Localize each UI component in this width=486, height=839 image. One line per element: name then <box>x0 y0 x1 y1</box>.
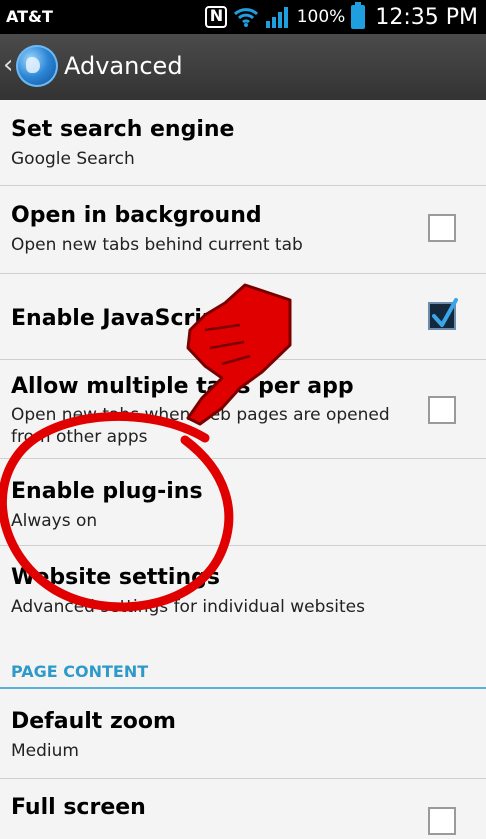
settings-list: Set search engine Google Search Open in … <box>0 100 486 839</box>
nfc-icon <box>204 6 227 28</box>
status-icons: 100% 12:35 PM <box>204 2 478 31</box>
checkmark-icon <box>432 298 458 327</box>
browser-globe-icon[interactable] <box>16 45 58 87</box>
setting-title: Allow multiple tabs per app <box>11 374 354 399</box>
section-header-page-content: PAGE CONTENT <box>0 617 486 689</box>
action-bar[interactable]: ‹ Advanced <box>0 34 486 100</box>
setting-enable-javascript[interactable]: Enable JavaScript <box>0 274 486 360</box>
setting-title: Website settings <box>11 565 220 590</box>
setting-summary: Google Search <box>11 149 135 169</box>
setting-enable-plugins[interactable]: Enable plug-ins Always on <box>0 459 486 546</box>
multiple-tabs-checkbox[interactable] <box>428 396 456 424</box>
full-screen-checkbox[interactable] <box>428 807 456 835</box>
open-in-background-checkbox[interactable] <box>428 214 456 242</box>
setting-full-screen[interactable]: Full screen <box>0 779 486 839</box>
setting-open-in-background[interactable]: Open in background Open new tabs behind … <box>0 186 486 274</box>
setting-summary: Advanced settings for individual website… <box>11 597 365 617</box>
setting-title: Open in background <box>11 203 262 228</box>
setting-search-engine[interactable]: Set search engine Google Search <box>0 100 486 186</box>
enable-javascript-checkbox[interactable] <box>428 298 458 330</box>
setting-title: Full screen <box>11 795 146 820</box>
setting-title: Enable plug-ins <box>11 479 203 504</box>
battery-percent: 100% <box>296 7 346 27</box>
setting-summary: Open new tabs when web pages are opened … <box>11 405 390 447</box>
setting-summary: Open new tabs behind current tab <box>11 235 303 255</box>
setting-title: Default zoom <box>11 709 176 734</box>
setting-multiple-tabs[interactable]: Allow multiple tabs per app Open new tab… <box>0 360 486 459</box>
signal-icon <box>265 7 288 28</box>
carrier-label: AT&T <box>6 7 53 26</box>
clock: 12:35 PM <box>375 4 478 30</box>
battery-icon <box>351 2 366 29</box>
setting-title: Set search engine <box>11 117 235 142</box>
setting-default-zoom[interactable]: Default zoom Medium <box>0 689 486 779</box>
setting-summary: Always on <box>11 511 98 531</box>
wifi-icon <box>233 8 258 27</box>
setting-title: Enable JavaScript <box>11 306 229 331</box>
status-bar: AT&T 100% 12:35 PM <box>0 0 486 34</box>
page-title: Advanced <box>64 52 183 80</box>
back-chevron-icon[interactable]: ‹ <box>3 50 13 80</box>
setting-summary: Medium <box>11 741 79 761</box>
section-title: PAGE CONTENT <box>11 662 149 681</box>
